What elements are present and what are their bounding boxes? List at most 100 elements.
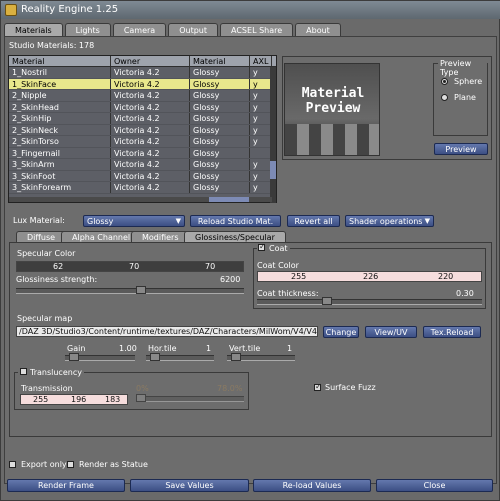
revert-all-button[interactable]: Revert all — [287, 215, 340, 227]
lux-material-label: Lux Material: — [13, 216, 65, 225]
horizontal-tile-slider[interactable] — [146, 353, 214, 361]
column-header-material[interactable]: Material — [9, 56, 111, 66]
cell-axl: y — [250, 159, 272, 170]
cell-material-type: Glossy — [190, 170, 250, 181]
column-header-material-type[interactable]: Material — [190, 56, 250, 66]
table-row[interactable]: 3_SkinFoot Victoria 4.2 Glossy y — [9, 170, 276, 182]
column-header-axl[interactable]: AXL — [250, 56, 272, 66]
reload-values-button[interactable]: Re-load Values — [253, 479, 371, 492]
translucency-slider[interactable] — [136, 394, 244, 402]
specular-map-path-field[interactable]: /DAZ 3D/Studio3/Content/runtime/textures… — [16, 326, 318, 337]
tab-camera[interactable]: Camera — [112, 23, 167, 37]
slider-handle[interactable] — [231, 353, 241, 361]
cell-axl — [250, 147, 272, 158]
table-row[interactable]: 3_SkinForearm Victoria 4.2 Glossy y — [9, 182, 276, 194]
column-header-owner[interactable]: Owner — [111, 56, 190, 66]
lux-material-value: Glossy — [87, 217, 114, 226]
cell-material: 2_SkinTorso — [9, 136, 111, 147]
cell-owner: Victoria 4.2 — [111, 136, 190, 147]
specular-red-value: 62 — [53, 262, 64, 271]
materials-table[interactable]: Material Owner Material AXL 1_Nostril Vic… — [8, 55, 277, 203]
slider-handle[interactable] — [136, 286, 146, 294]
transmission-color-field[interactable]: 255 196 183 — [20, 394, 128, 405]
slider-handle[interactable] — [69, 353, 79, 361]
coat-blue-value: 220 — [438, 272, 454, 281]
close-button[interactable]: Close — [376, 479, 493, 492]
coat-thickness-slider[interactable] — [257, 297, 482, 305]
table-row[interactable]: 1_Nostril Victoria 4.2 Glossy y — [9, 67, 276, 79]
cell-material-type: Glossy — [190, 90, 250, 101]
glossiness-strength-slider[interactable] — [16, 286, 244, 294]
cell-owner: Victoria 4.2 — [111, 78, 190, 89]
cell-material-type: Glossy — [190, 113, 250, 124]
coat-color-label: Coat Color — [257, 261, 299, 270]
slider-handle[interactable] — [150, 353, 160, 361]
table-row[interactable]: 3_SkinArm Victoria 4.2 Glossy y — [9, 159, 276, 171]
change-button[interactable]: Change — [323, 326, 359, 338]
table-vertical-scrollbar[interactable] — [270, 67, 276, 203]
preview-text-line1: Material — [301, 86, 365, 101]
scroll-thumb[interactable] — [270, 161, 276, 179]
scroll-thumb[interactable] — [209, 197, 249, 202]
render-as-statue-checkbox[interactable] — [67, 461, 74, 468]
preview-text-line2: Preview — [305, 101, 361, 116]
gain-label: Gain — [67, 344, 86, 353]
vertical-tile-slider[interactable] — [227, 353, 295, 361]
tab-materials[interactable]: Materials — [4, 23, 63, 37]
chevron-down-icon: ▼ — [424, 217, 430, 225]
chevron-down-icon: ▼ — [175, 217, 181, 225]
save-values-button[interactable]: Save Values — [130, 479, 249, 492]
cell-owner: Victoria 4.2 — [111, 147, 190, 158]
tab-acsel-share[interactable]: ACSEL Share — [220, 23, 294, 37]
app-icon — [5, 4, 17, 16]
coat-color-field[interactable]: 255 226 220 — [257, 271, 482, 282]
gain-slider[interactable] — [65, 353, 135, 361]
render-as-statue-label: Render as Statue — [79, 460, 148, 469]
tex-reload-button[interactable]: Tex.Reload — [423, 326, 481, 338]
glossiness-strength-value: 6200 — [220, 275, 241, 284]
lux-material-select[interactable]: Glossy ▼ — [83, 215, 185, 227]
material-preview-image: Material Preview — [284, 63, 380, 156]
render-frame-button[interactable]: Render Frame — [7, 479, 125, 492]
table-row[interactable]: 2_SkinNeck Victoria 4.2 Glossy y — [9, 124, 276, 136]
preview-image-text: Material Preview — [289, 86, 377, 116]
slider-handle[interactable] — [322, 297, 332, 305]
preview-type-title: Preview Type — [438, 59, 487, 77]
view-uv-button[interactable]: View/UV — [365, 326, 417, 338]
specular-map-label: Specular map — [17, 314, 73, 323]
transmission-red-value: 255 — [33, 395, 49, 404]
shader-operations-select[interactable]: Shader operations ▼ — [345, 215, 434, 227]
surface-fuzz-label: Surface Fuzz — [325, 383, 376, 392]
table-horizontal-scrollbar[interactable] — [9, 197, 272, 202]
transmission-blue-value: 183 — [105, 395, 121, 404]
reload-studio-material-button[interactable]: Reload Studio Mat. — [190, 215, 281, 227]
table-row[interactable]: 3_Fingernail Victoria 4.2 Glossy — [9, 147, 276, 159]
plane-radio[interactable] — [441, 94, 448, 101]
specular-color-field[interactable]: 62 70 70 — [16, 261, 244, 272]
slider-handle[interactable] — [136, 394, 146, 402]
export-only-checkbox[interactable] — [9, 461, 16, 468]
specular-green-value: 70 — [129, 262, 140, 271]
translucency-checkbox[interactable] — [20, 368, 27, 375]
cell-owner: Victoria 4.2 — [111, 113, 190, 124]
tab-lights[interactable]: Lights — [64, 23, 111, 37]
table-row[interactable]: 2_Nipple Victoria 4.2 Glossy y — [9, 90, 276, 102]
cell-owner: Victoria 4.2 — [111, 124, 190, 135]
tab-about[interactable]: About — [295, 23, 341, 37]
gain-value: 1.00 — [119, 344, 137, 353]
preview-button[interactable]: Preview — [434, 143, 488, 155]
surface-fuzz-checkbox[interactable] — [314, 382, 322, 391]
coat-checkbox[interactable] — [258, 242, 266, 251]
table-row[interactable]: 2_SkinHead Victoria 4.2 Glossy y — [9, 101, 276, 113]
sphere-radio[interactable] — [441, 78, 448, 85]
window-title: Reality Engine 1.25 — [21, 4, 119, 15]
preview-floor — [285, 124, 379, 155]
tab-output[interactable]: Output — [168, 23, 219, 37]
table-row[interactable]: 2_SkinTorso Victoria 4.2 Glossy y — [9, 136, 276, 148]
table-row[interactable]: 1_SkinFace Victoria 4.2 Glossy y — [9, 78, 276, 90]
cell-axl: y — [250, 90, 272, 101]
table-row[interactable]: 2_SkinHip Victoria 4.2 Glossy y — [9, 113, 276, 125]
cell-axl: y — [250, 67, 272, 78]
shader-operations-value: Shader operations — [349, 217, 423, 226]
cell-axl: y — [250, 182, 272, 193]
